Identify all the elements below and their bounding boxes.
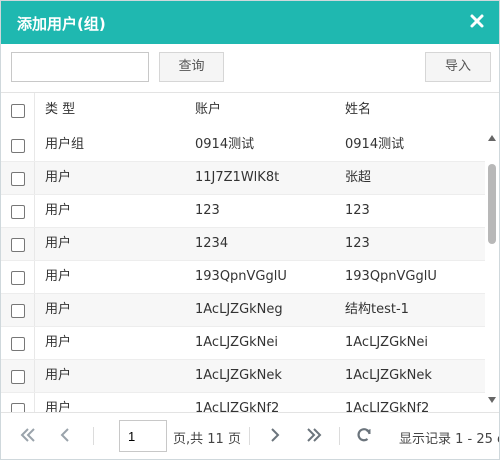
row-checkbox-cell <box>1 261 35 293</box>
table-row[interactable]: 用户 1AcLJZGkNeg 结构test-1 <box>1 294 485 327</box>
row-checkbox[interactable] <box>11 172 25 186</box>
row-type: 用户 <box>45 203 72 218</box>
row-checkbox[interactable] <box>11 403 25 412</box>
row-type: 用户 <box>45 236 72 251</box>
toolbar: 查询 导入 <box>1 44 499 93</box>
table-row[interactable]: 用户 1AcLJZGkNei 1AcLJZGkNei <box>1 327 485 360</box>
row-checkbox[interactable] <box>11 238 25 252</box>
page-number-input[interactable] <box>119 420 167 452</box>
scroll-up-arrow-icon[interactable] <box>488 135 496 141</box>
table-row[interactable]: 用户 1AcLJZGkNf2 1AcLJZGkNf2 <box>1 393 485 412</box>
row-checkbox-cell <box>1 162 35 194</box>
pager-separator <box>249 427 250 445</box>
display-range-text: 显示记录 1 - 25 o <box>399 432 500 447</box>
row-checkbox[interactable] <box>11 304 25 318</box>
header-name[interactable]: 姓名 <box>345 93 371 129</box>
row-name: 1AcLJZGkNei <box>345 335 429 350</box>
import-button[interactable]: 导入 <box>425 52 491 82</box>
dialog-title: 添加用户(组) <box>17 15 106 33</box>
row-type: 用户 <box>45 170 72 185</box>
close-icon[interactable] <box>469 13 485 29</box>
last-page-icon[interactable] <box>305 426 323 444</box>
pager-separator <box>339 427 340 445</box>
row-checkbox-cell <box>1 294 35 326</box>
row-type: 用户 <box>45 302 72 317</box>
vertical-scrollbar[interactable] <box>485 129 499 412</box>
row-checkbox-cell <box>1 327 35 359</box>
query-button[interactable]: 查询 <box>159 52 224 82</box>
next-page-icon[interactable] <box>265 426 283 444</box>
row-name: 123 <box>345 236 370 251</box>
row-name: 结构test-1 <box>345 302 409 317</box>
refresh-icon[interactable] <box>355 426 373 444</box>
row-account: 1AcLJZGkNf2 <box>195 401 280 412</box>
row-account: 193QpnVGglU <box>195 269 287 284</box>
header-type[interactable]: 类 型 <box>45 93 75 129</box>
table-row[interactable]: 用户 193QpnVGglU 193QpnVGglU <box>1 261 485 294</box>
header-account[interactable]: 账户 <box>195 93 221 129</box>
pagination-bar: 页,共 11 页 显示记录 1 - 25 o <box>1 412 500 459</box>
row-name: 123 <box>345 203 370 218</box>
header-checkbox-cell <box>1 93 35 129</box>
search-input[interactable] <box>11 52 149 82</box>
dialog-titlebar: 添加用户(组) <box>1 1 499 44</box>
row-account: 1AcLJZGkNeg <box>195 302 283 317</box>
row-type: 用户 <box>45 269 72 284</box>
row-account: 1AcLJZGkNek <box>195 368 282 383</box>
table-header: 类 型 账户 姓名 <box>1 93 499 130</box>
row-checkbox[interactable] <box>11 337 25 351</box>
row-checkbox[interactable] <box>11 139 25 153</box>
table-row[interactable]: 用户 123 123 <box>1 195 485 228</box>
row-account: 1234 <box>195 236 229 251</box>
pager-separator <box>93 427 94 445</box>
table-row[interactable]: 用户 11J7Z1WlK8t 张超 <box>1 162 485 195</box>
row-account: 11J7Z1WlK8t <box>195 170 280 185</box>
row-type: 用户 <box>45 401 72 412</box>
row-name: 张超 <box>345 170 372 185</box>
row-name: 1AcLJZGkNek <box>345 368 432 383</box>
row-type: 用户 <box>45 368 72 383</box>
row-account: 0914测试 <box>195 137 255 152</box>
row-type: 用户 <box>45 335 72 350</box>
row-type: 用户组 <box>45 137 85 152</box>
row-checkbox-cell <box>1 393 35 412</box>
table-row[interactable]: 用户 1234 123 <box>1 228 485 261</box>
row-account: 123 <box>195 203 220 218</box>
previous-page-icon[interactable] <box>57 426 75 444</box>
row-account: 1AcLJZGkNei <box>195 335 279 350</box>
scroll-down-arrow-icon[interactable] <box>488 397 496 403</box>
first-page-icon[interactable] <box>19 426 37 444</box>
row-checkbox[interactable] <box>11 205 25 219</box>
table-row[interactable]: 用户组 0914测试 0914测试 <box>1 129 485 162</box>
scroll-thumb[interactable] <box>488 164 496 244</box>
row-checkbox[interactable] <box>11 370 25 384</box>
add-user-dialog: 添加用户(组) 查询 导入 类 型 账户 姓名 用户组 0914测试 0914测… <box>0 0 500 460</box>
row-checkbox-cell <box>1 195 35 227</box>
page-total-text: 页,共 11 页 <box>173 432 241 447</box>
table-body: 用户组 0914测试 0914测试 用户 11J7Z1WlK8t 张超 用户 1… <box>1 129 485 412</box>
row-checkbox[interactable] <box>11 271 25 285</box>
table-row[interactable]: 用户 1AcLJZGkNek 1AcLJZGkNek <box>1 360 485 393</box>
row-checkbox-cell <box>1 129 35 161</box>
select-all-checkbox[interactable] <box>11 104 25 118</box>
row-name: 193QpnVGglU <box>345 269 437 284</box>
row-name: 1AcLJZGkNf2 <box>345 401 430 412</box>
row-checkbox-cell <box>1 228 35 260</box>
row-name: 0914测试 <box>345 137 405 152</box>
row-checkbox-cell <box>1 360 35 392</box>
